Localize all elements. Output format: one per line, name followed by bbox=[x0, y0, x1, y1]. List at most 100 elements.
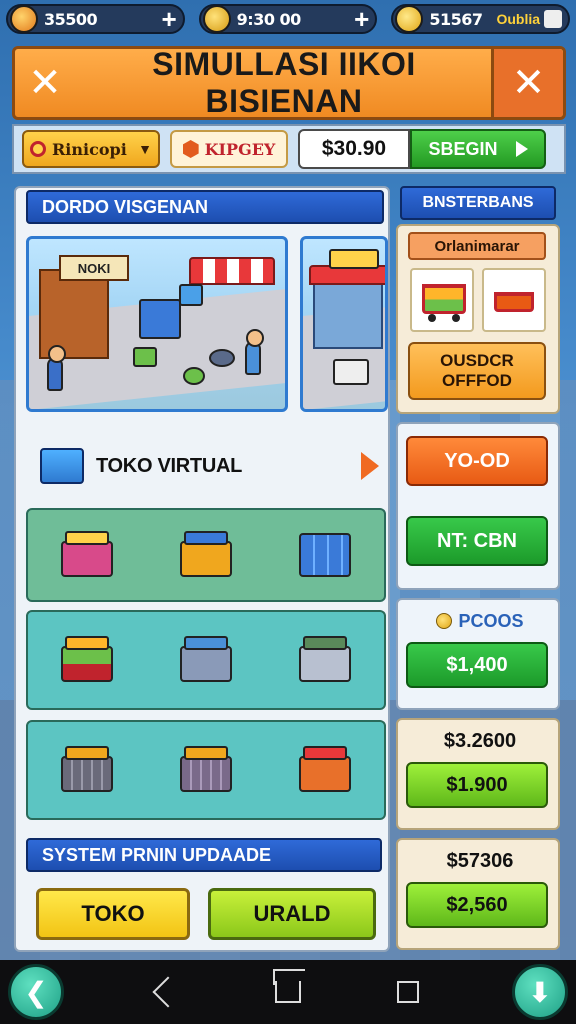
play-arrow-icon bbox=[515, 141, 528, 157]
gold-coin-icon bbox=[395, 5, 424, 33]
download-round-button[interactable]: ⬇ bbox=[512, 964, 568, 1020]
resource-pill-2: 9:30 00 + bbox=[198, 4, 378, 34]
price-a-button[interactable]: $1.900 bbox=[406, 762, 548, 808]
coin-icon bbox=[10, 5, 38, 33]
kiosk-sign bbox=[302, 636, 347, 650]
target-icon bbox=[30, 141, 46, 157]
trolley-icon bbox=[179, 756, 232, 792]
bin-item[interactable] bbox=[176, 634, 236, 686]
order-offer-button[interactable]: OUSDCR OFFFOD bbox=[408, 342, 546, 400]
shelf-item[interactable] bbox=[295, 529, 355, 581]
scene-card-secondary[interactable] bbox=[300, 236, 388, 412]
cart-wheel-right bbox=[452, 314, 460, 322]
system-nav-bar: ❮ ⬇ bbox=[0, 960, 576, 1024]
add-resource-1-icon[interactable]: + bbox=[161, 6, 176, 32]
chest-lid bbox=[65, 531, 110, 545]
promo-label: PCOOS bbox=[458, 610, 524, 631]
item-row-3 bbox=[26, 720, 386, 820]
price-field[interactable]: $30.90 bbox=[298, 129, 410, 169]
storefront bbox=[313, 279, 383, 349]
system-update-header: SYSTEM PRNIN UPDAADE bbox=[26, 838, 382, 872]
start-button[interactable]: SBEGIN bbox=[410, 129, 546, 169]
filter-chip[interactable]: KIPGEY bbox=[170, 130, 288, 168]
scene-card-main[interactable]: NOKI bbox=[26, 236, 288, 412]
trolley-sign bbox=[183, 746, 228, 760]
produce-cart-item[interactable] bbox=[57, 634, 117, 686]
close-left-icon[interactable]: ✕ bbox=[15, 53, 75, 113]
counter-top bbox=[302, 746, 347, 760]
store-sign-board bbox=[329, 249, 379, 269]
price-a-label: $3.2600 bbox=[443, 730, 517, 752]
promo-price-button[interactable]: $1,400 bbox=[406, 642, 548, 688]
chest-item[interactable] bbox=[57, 529, 117, 581]
category-dropdown[interactable]: Rinicopi ▼ bbox=[22, 130, 160, 168]
menu-box-icon[interactable] bbox=[544, 10, 563, 28]
small-box bbox=[179, 284, 203, 306]
sidebar-card-promo: PCOOS $1,400 bbox=[396, 598, 560, 710]
price-b-button[interactable]: $2,560 bbox=[406, 882, 548, 928]
display-rack-icon bbox=[61, 756, 114, 792]
section-header: DORDO VISGENAN bbox=[26, 190, 384, 224]
display-rack-item[interactable] bbox=[57, 744, 117, 796]
cart-wheel-left bbox=[428, 314, 436, 322]
item-row-2 bbox=[26, 610, 386, 710]
resource-value-3: 51567 bbox=[429, 9, 483, 29]
vendor-figure bbox=[245, 329, 264, 375]
hexagon-icon bbox=[182, 140, 199, 158]
item-row-1 bbox=[26, 508, 386, 602]
nav-center-group bbox=[152, 969, 419, 1008]
nt-cbn-button[interactable]: NT: CBN bbox=[406, 516, 548, 566]
produce-crate bbox=[133, 347, 157, 367]
resource-extra-label: Oublia bbox=[496, 11, 541, 27]
barrel bbox=[209, 349, 235, 367]
bin-screen bbox=[183, 636, 228, 650]
chest-icon bbox=[61, 541, 114, 577]
toko-virtual-row[interactable]: TOKO VIRTUAL bbox=[40, 438, 386, 494]
arrow-right-icon[interactable] bbox=[354, 450, 386, 482]
kiosk-icon bbox=[298, 646, 351, 682]
dropdown-label: Rinicopi bbox=[52, 139, 127, 159]
resource-value-2: 9:30 00 bbox=[236, 9, 302, 29]
yo-od-button[interactable]: YO-OD bbox=[406, 436, 548, 486]
shop-sign: NOKI bbox=[59, 255, 129, 281]
add-resource-2-icon[interactable]: + bbox=[354, 6, 369, 32]
cart-icon bbox=[422, 284, 466, 314]
kiosk-item[interactable] bbox=[295, 634, 355, 686]
coin-small-icon bbox=[436, 613, 453, 629]
shop-stall bbox=[39, 269, 109, 359]
price-b-label: $57306 bbox=[446, 850, 514, 872]
striped-awning bbox=[189, 257, 275, 285]
shopper-figure bbox=[47, 345, 66, 391]
toko-button[interactable]: TOKO bbox=[36, 888, 190, 940]
resource-value-1: 35500 bbox=[44, 9, 98, 29]
cart-thumbnail[interactable] bbox=[410, 268, 474, 332]
blue-shelf-icon bbox=[298, 533, 351, 577]
sidebar-card-actions: YO-OD NT: CBN bbox=[396, 422, 560, 590]
green-barrel bbox=[183, 367, 205, 385]
wheelbarrow-icon bbox=[494, 292, 534, 312]
resource-pill-3: 51567 Oublia bbox=[391, 4, 571, 34]
close-right-icon[interactable]: ✕ bbox=[491, 49, 563, 117]
home-icon[interactable] bbox=[273, 969, 305, 1003]
cash-register-icon bbox=[179, 541, 232, 577]
trolley-item[interactable] bbox=[176, 744, 236, 796]
sidebar-card-price-b: $57306 $2,560 bbox=[396, 838, 560, 950]
produce-cart-icon bbox=[61, 646, 114, 682]
title-banner: ✕ SIMULLASI IIKOI BISIENAN ✕ bbox=[12, 46, 566, 120]
blue-crate bbox=[139, 299, 181, 339]
counter-item[interactable] bbox=[295, 744, 355, 796]
counter-icon bbox=[298, 756, 351, 792]
register-item[interactable] bbox=[176, 529, 236, 581]
back-round-button[interactable]: ❮ bbox=[8, 964, 64, 1020]
rack-sign bbox=[65, 746, 110, 760]
shopping-cart bbox=[333, 359, 369, 385]
recents-icon[interactable] bbox=[397, 981, 419, 1003]
chevron-down-icon: ▼ bbox=[138, 141, 152, 157]
wheelbarrow-thumbnail[interactable] bbox=[482, 268, 546, 332]
toko-label: TOKO VIRTUAL bbox=[96, 454, 243, 477]
promo-row: PCOOS bbox=[398, 604, 562, 638]
chip-label: KIPGEY bbox=[204, 139, 276, 159]
control-row: Rinicopi ▼ KIPGEY $30.90 SBEGIN bbox=[12, 124, 566, 174]
upgrade-button[interactable]: URALD bbox=[208, 888, 376, 940]
back-triangle-icon[interactable] bbox=[152, 976, 184, 1008]
